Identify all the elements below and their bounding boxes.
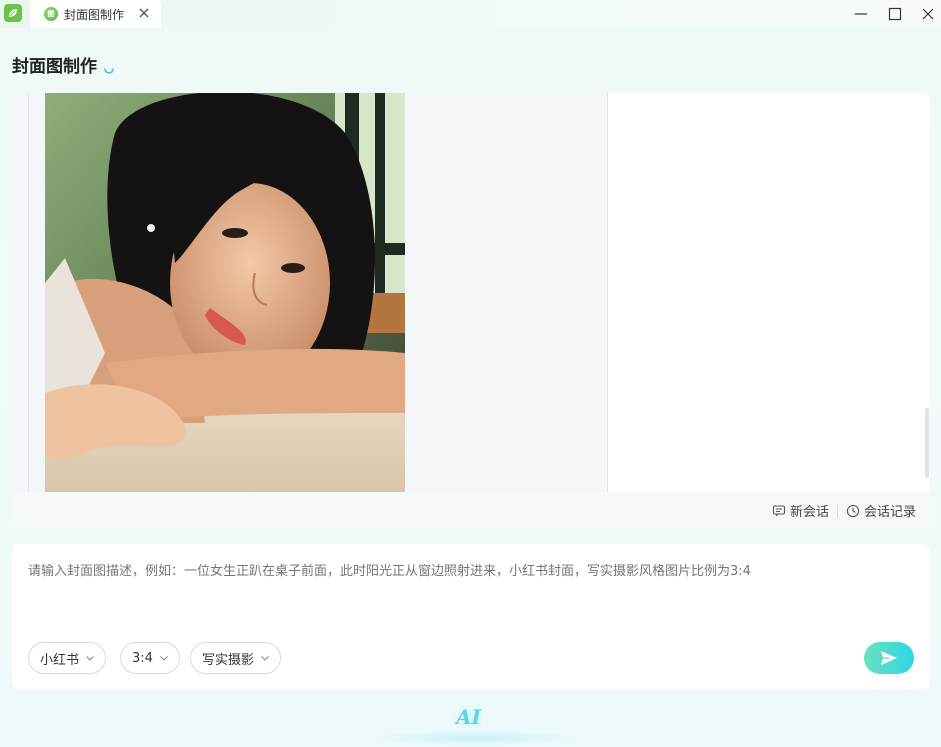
app-logo-icon	[4, 4, 22, 22]
send-button[interactable]	[864, 642, 914, 674]
clock-icon	[846, 504, 860, 517]
ai-logo: AI	[456, 705, 481, 729]
generated-cover-image[interactable]	[45, 93, 405, 492]
chevron-down-icon	[86, 656, 94, 661]
minimize-icon	[855, 13, 867, 15]
input-panel: 小红书 3:4 写实摄影	[12, 544, 930, 690]
style-select[interactable]: 写实摄影	[190, 642, 282, 674]
style-value: 写实摄影	[202, 652, 255, 668]
maximize-icon	[888, 7, 902, 21]
new-chat-button[interactable]: 新会话	[772, 501, 829, 520]
title-bar: 图 封面图制作	[0, 0, 941, 28]
page-title: 封面图制作	[12, 57, 97, 77]
scrollbar[interactable]	[925, 408, 929, 478]
maximize-button[interactable]	[880, 0, 910, 28]
platform-select[interactable]: 小红书	[28, 642, 107, 674]
new-chat-label: 新会话	[789, 505, 829, 520]
platform-value: 小红书	[40, 652, 80, 668]
ai-glow	[370, 730, 580, 746]
minimize-button[interactable]	[846, 0, 876, 28]
portrait-photo	[45, 93, 405, 492]
tab-cover-maker[interactable]: 图 封面图制作	[30, 0, 161, 28]
divider-line	[607, 93, 608, 492]
close-tab-icon[interactable]	[137, 6, 151, 20]
chat-panel: 新会话 会话记录	[12, 93, 930, 527]
divider-line	[28, 93, 29, 492]
history-label: 会话记录	[863, 505, 916, 520]
tab-image-icon: 图	[44, 7, 58, 21]
divider	[836, 503, 838, 518]
loading-spinner-icon	[104, 68, 114, 74]
tab-label: 封面图制作	[64, 7, 125, 22]
chat-bubble-icon	[772, 504, 786, 516]
history-button[interactable]: 会话记录	[846, 501, 916, 520]
close-icon	[922, 8, 934, 20]
chevron-down-icon	[261, 656, 269, 661]
chat-content	[12, 93, 930, 492]
ratio-select[interactable]: 3:4	[120, 642, 180, 674]
chevron-down-icon	[160, 656, 168, 661]
ratio-value: 3:4	[132, 650, 153, 666]
prompt-input[interactable]	[28, 564, 908, 579]
chat-actions: 新会话 会话记录	[772, 501, 916, 520]
close-window-button[interactable]	[913, 0, 941, 28]
send-icon	[881, 651, 897, 665]
